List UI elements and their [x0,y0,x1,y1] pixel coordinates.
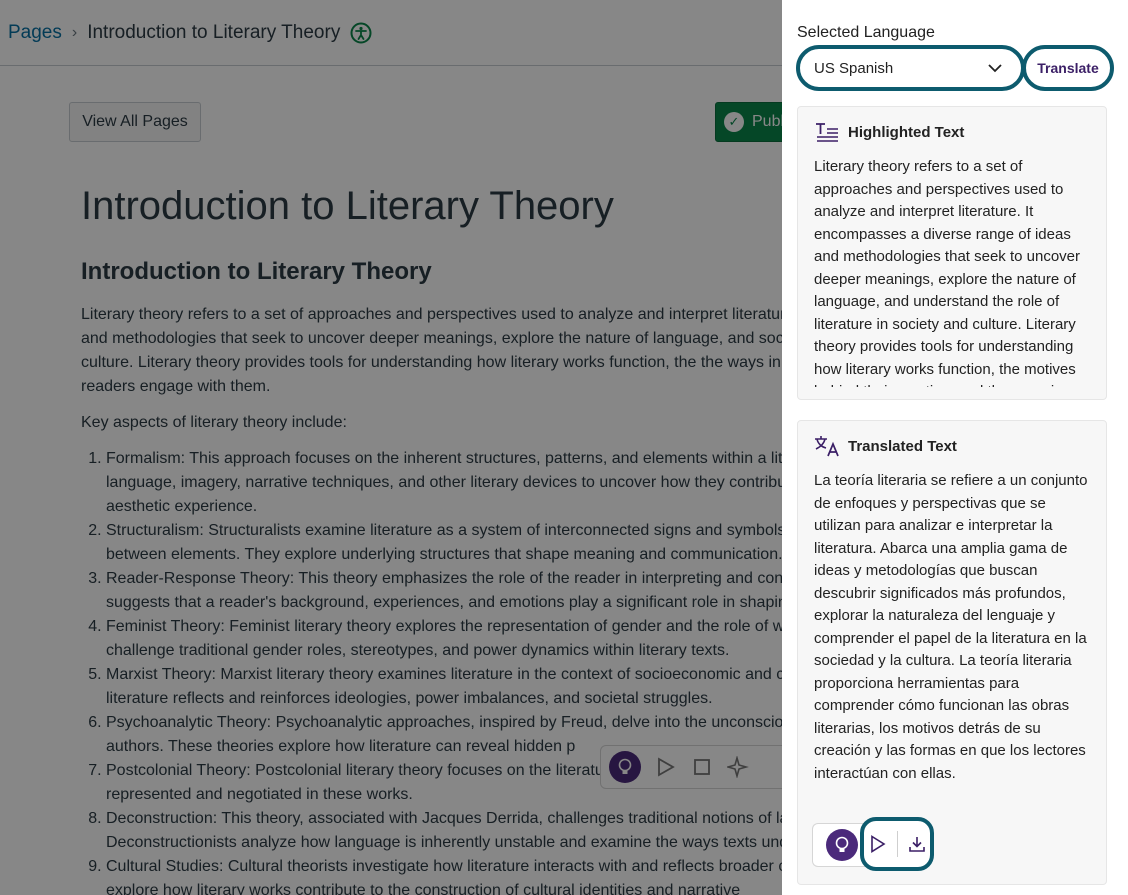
translate-button-label: Translate [1037,60,1099,76]
chevron-down-icon [988,64,1002,73]
highlighted-text-body: Literary theory refers to a set of appro… [814,158,1081,387]
language-select[interactable]: US Spanish [796,45,1025,91]
download-icon[interactable] [904,830,930,858]
highlighted-text-title: Highlighted Text [848,123,965,141]
text-lines-icon [814,121,840,143]
language-select-value: US Spanish [814,59,894,77]
modal-backdrop[interactable] [0,0,782,895]
translated-audio-toolbar [812,817,934,871]
highlighted-text-card: Highlighted Text Literary theory refers … [797,106,1107,400]
translate-button[interactable]: Translate [1022,45,1114,91]
translated-text-title: Translated Text [848,437,957,455]
translate-icon [814,435,840,457]
translation-panel: Selected Language US Spanish Translate H… [782,0,1128,895]
audio-actions [860,817,934,871]
reader-logo-icon [825,829,858,861]
translated-text-header: Translated Text [798,421,1106,461]
divider [896,831,898,857]
selected-language-label: Selected Language [797,24,935,41]
translated-text-body: La teoría literaria se refiere a un conj… [814,472,1088,782]
translated-text-card: Translated Text La teoría literaria se r… [797,420,1107,885]
play-icon[interactable] [865,830,891,858]
highlighted-text-header: Highlighted Text [798,107,1106,147]
